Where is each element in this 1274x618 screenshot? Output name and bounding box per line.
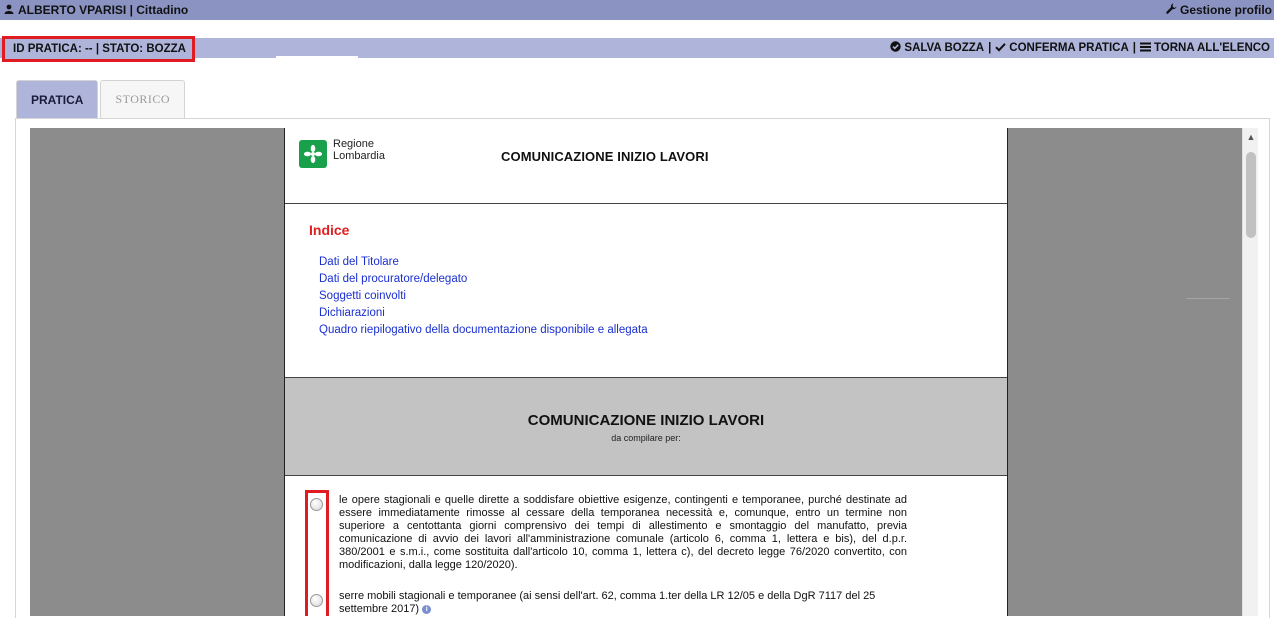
status-bar: ID PRATICA: -- | STATO: BOZZA SALVA BOZZ… [0, 36, 1274, 64]
status-notch [276, 56, 358, 64]
radio-option-serre-mobili[interactable] [310, 594, 323, 607]
confirm-button[interactable]: CONFERMA PRATICA [995, 42, 1129, 55]
region-line-1: Regione [333, 138, 374, 150]
regione-lombardia-logo [299, 140, 327, 168]
index-link-procuratore[interactable]: Dati del procuratore/delegato [319, 271, 648, 288]
option-serre-mobili: serre mobili stagionali e temporanee (ai… [339, 590, 907, 616]
index-list: Dati del Titolare Dati del procuratore/d… [319, 254, 648, 339]
action-links: SALVA BOZZA | CONFERMA PRATICA | TORNA A… [890, 38, 1270, 58]
scroll-up-icon[interactable]: ▲ [1243, 132, 1258, 142]
top-bar: ALBERTO VPARISI | Cittadino Gestione pro… [0, 0, 1274, 20]
separator: | [988, 42, 992, 54]
back-to-list-label: TORNA ALL'ELENCO [1153, 42, 1270, 54]
index-link-titolare[interactable]: Dati del Titolare [319, 254, 648, 271]
info-icon[interactable]: i [422, 604, 432, 614]
section-title: COMUNICAZIONE INIZIO LAVORI [527, 412, 765, 429]
confirm-label: CONFERMA PRATICA [1009, 42, 1129, 54]
document-title: COMUNICAZIONE INIZIO LAVORI [501, 149, 709, 164]
region-line-2: Lombardia [333, 150, 385, 162]
tab-pratica[interactable]: PRATICA [16, 80, 99, 118]
viewer-divider [1186, 298, 1230, 299]
list-icon [1139, 42, 1151, 55]
save-draft-button[interactable]: SALVA BOZZA [890, 41, 984, 55]
viewer-scrollbar[interactable]: ▲ [1242, 128, 1258, 616]
option-opere-stagionali-text: le opere stagionali e quelle dirette a s… [339, 494, 907, 571]
check-icon [995, 42, 1007, 55]
document-header: Regione Lombardia COMUNICAZIONE INIZIO L… [285, 128, 1007, 204]
user-label: ALBERTO VPARISI | Cittadino [18, 3, 189, 17]
index-link-dichiarazioni[interactable]: Dichiarazioni [319, 305, 648, 322]
pratica-status: ID PRATICA: -- | STATO: BOZZA [2, 36, 195, 62]
back-to-list-button[interactable]: TORNA ALL'ELENCO [1139, 42, 1270, 55]
pratica-id-stato: ID PRATICA: -- | STATO: BOZZA [13, 43, 186, 55]
profile-link[interactable]: Gestione profilo [1166, 3, 1272, 17]
separator: | [1132, 42, 1136, 54]
section-header: COMUNICAZIONE INIZIO LAVORI da compilare… [285, 378, 1007, 476]
index-link-quadro[interactable]: Quadro riepilogativo della documentazion… [319, 322, 648, 339]
check-circle-icon [890, 41, 902, 55]
tab-pratica-label: PRATICA [31, 92, 84, 107]
option-serre-mobili-text: serre mobili stagionali e temporanee (ai… [339, 590, 876, 615]
index-link-soggetti[interactable]: Soggetti coinvolti [319, 288, 648, 305]
tab-storico-label: STORICO [115, 92, 171, 106]
profile-label: Gestione profilo [1179, 3, 1272, 17]
index-section: Indice Dati del Titolare Dati del procur… [285, 204, 1007, 378]
save-draft-label: SALVA BOZZA [904, 42, 985, 54]
radio-option-opere-stagionali[interactable] [310, 498, 323, 511]
options-section: le opere stagionali e quelle dirette a s… [285, 476, 1007, 616]
index-title: Indice [309, 222, 350, 238]
tab-bar: PRATICA STORICO [16, 80, 186, 118]
document-page: Regione Lombardia COMUNICAZIONE INIZIO L… [284, 128, 1008, 616]
document-viewer[interactable]: Regione Lombardia COMUNICAZIONE INIZIO L… [30, 128, 1258, 616]
scrollbar-thumb[interactable] [1246, 152, 1256, 238]
wrench-icon [1166, 3, 1177, 17]
section-subtitle: da compilare per: [611, 433, 681, 443]
user-icon [4, 4, 14, 17]
region-name: Regione Lombardia [333, 138, 385, 162]
tab-storico[interactable]: STORICO [100, 80, 186, 118]
user-info: ALBERTO VPARISI | Cittadino [4, 3, 188, 17]
